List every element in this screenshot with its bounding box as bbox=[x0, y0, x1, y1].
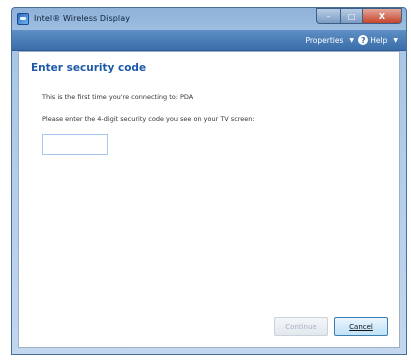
maximize-icon: □ bbox=[347, 11, 356, 21]
properties-menu[interactable]: Properties ▼ bbox=[305, 30, 354, 50]
instruction-text: Please enter the 4-digit security code y… bbox=[42, 115, 255, 123]
properties-label: Properties bbox=[305, 35, 344, 45]
continue-button[interactable]: Continue bbox=[274, 317, 328, 336]
window-controls: – □ X bbox=[316, 8, 402, 25]
app-window: Intel® Wireless Display – □ X Properties… bbox=[11, 7, 407, 355]
close-button[interactable]: X bbox=[362, 8, 402, 24]
help-menu[interactable]: ? Help ▼ bbox=[358, 30, 398, 50]
window-title: Intel® Wireless Display bbox=[34, 14, 131, 23]
wireless-display-icon bbox=[17, 12, 29, 25]
chevron-down-icon: ▼ bbox=[349, 36, 354, 44]
connection-info-text: This is the first time you're connecting… bbox=[42, 93, 194, 101]
content-panel: Enter security code This is the first ti… bbox=[18, 51, 400, 348]
minimize-icon: – bbox=[326, 11, 331, 21]
help-label: Help bbox=[370, 35, 388, 45]
security-code-input[interactable] bbox=[42, 134, 108, 155]
close-icon: X bbox=[378, 11, 386, 21]
chevron-down-icon: ▼ bbox=[393, 36, 398, 44]
cancel-button[interactable]: Cancel bbox=[334, 317, 388, 336]
dialog-buttons: Continue Cancel bbox=[274, 317, 388, 336]
title-bar[interactable]: Intel® Wireless Display – □ X bbox=[12, 8, 406, 29]
menu-bar: Properties ▼ ? Help ▼ bbox=[12, 29, 406, 51]
minimize-button[interactable]: – bbox=[316, 8, 340, 24]
help-icon: ? bbox=[358, 35, 369, 45]
page-title: Enter security code bbox=[31, 62, 147, 74]
maximize-button[interactable]: □ bbox=[340, 8, 362, 24]
